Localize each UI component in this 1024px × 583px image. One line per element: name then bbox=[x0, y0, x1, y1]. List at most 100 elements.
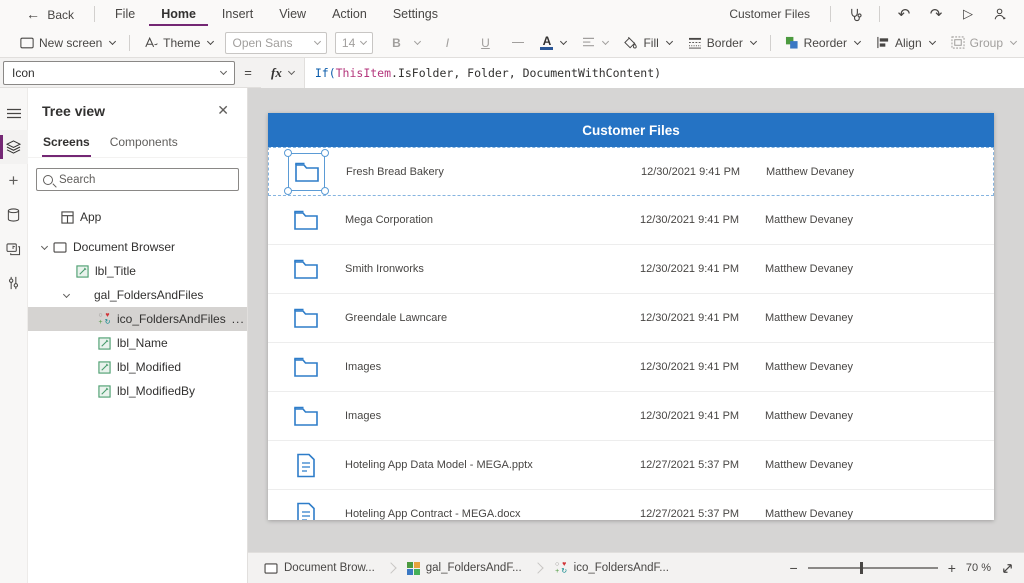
hamburger-menu-icon[interactable] bbox=[0, 96, 28, 130]
property-select[interactable]: Icon bbox=[3, 61, 235, 85]
reorder-button[interactable]: Reorder bbox=[777, 32, 868, 54]
zoom-in-button[interactable]: + bbox=[948, 560, 956, 576]
row-modified-label[interactable]: 12/30/2021 9:41 PM bbox=[640, 214, 765, 226]
row-name-label[interactable]: Hoteling App Data Model - MEGA.pptx bbox=[345, 459, 640, 471]
row-modified-label[interactable]: 12/27/2021 5:37 PM bbox=[640, 508, 765, 520]
tree-item-lbl-modified[interactable]: lbl_Modified bbox=[28, 355, 247, 379]
menu-insert[interactable]: Insert bbox=[210, 2, 265, 26]
border-button[interactable]: Border bbox=[680, 32, 764, 54]
align-button[interactable]: Align bbox=[868, 32, 943, 54]
resize-handle[interactable] bbox=[321, 149, 329, 157]
menu-view[interactable]: View bbox=[267, 2, 318, 26]
selected-icon-frame[interactable] bbox=[288, 153, 325, 191]
tab-components[interactable]: Components bbox=[109, 131, 179, 157]
screen-title-bar[interactable]: Customer Files bbox=[268, 113, 994, 147]
row-name-label[interactable]: Hoteling App Contract - MEGA.docx bbox=[345, 508, 640, 520]
breadcrumb-screen[interactable]: Document Brow... bbox=[254, 553, 385, 583]
tree-item-lbl-title[interactable]: lbl_Title bbox=[28, 259, 247, 283]
tree-item-app[interactable]: App bbox=[28, 205, 247, 229]
zoom-slider-handle[interactable] bbox=[860, 562, 863, 574]
formula-input[interactable]: If(ThisItem.IsFolder, Folder, DocumentWi… bbox=[305, 58, 1024, 88]
insert-plus-icon[interactable]: + bbox=[0, 164, 28, 198]
font-color-button[interactable]: A bbox=[532, 32, 574, 54]
row-modified-label[interactable]: 12/30/2021 9:41 PM bbox=[640, 410, 765, 422]
tree-item-lbl-name[interactable]: lbl_Name bbox=[28, 331, 247, 355]
share-person-icon[interactable] bbox=[986, 3, 1014, 25]
tree-item-gal-foldersandfiles[interactable]: gal_FoldersAndFiles bbox=[28, 283, 247, 307]
row-name-label[interactable]: Greendale Lawncare bbox=[345, 312, 640, 324]
media-icon[interactable] bbox=[0, 232, 28, 266]
tab-screens[interactable]: Screens bbox=[42, 131, 91, 157]
row-modified-label[interactable]: 12/30/2021 9:41 PM bbox=[641, 166, 766, 178]
resize-handle[interactable] bbox=[321, 187, 329, 195]
font-family-select[interactable]: Open Sans bbox=[225, 32, 326, 54]
tree-view-icon[interactable] bbox=[0, 130, 28, 164]
strikethrough-icon[interactable] bbox=[504, 38, 532, 48]
group-button[interactable]: Group bbox=[943, 32, 1024, 54]
table-row[interactable]: Mega Corporation 12/30/2021 9:41 PM Matt… bbox=[268, 196, 994, 245]
row-modified-label[interactable]: 12/27/2021 5:37 PM bbox=[640, 459, 765, 471]
zoom-level[interactable]: 70 % bbox=[966, 562, 991, 574]
resize-handle[interactable] bbox=[284, 149, 292, 157]
breadcrumb-gallery[interactable]: gal_FoldersAndF... bbox=[397, 553, 532, 583]
italic-button[interactable]: I bbox=[428, 32, 466, 54]
zoom-slider[interactable] bbox=[808, 567, 938, 569]
new-screen-button[interactable]: New screen bbox=[12, 32, 123, 54]
row-author-label[interactable]: Matthew Devaney bbox=[765, 361, 853, 373]
close-icon[interactable]: ✕ bbox=[211, 100, 235, 121]
underline-button[interactable]: U bbox=[466, 32, 504, 54]
menu-home[interactable]: Home bbox=[149, 2, 208, 26]
chevron-down-icon[interactable] bbox=[63, 290, 70, 297]
play-preview-icon[interactable]: ▷ bbox=[954, 3, 982, 25]
row-author-label[interactable]: Matthew Devaney bbox=[765, 214, 853, 226]
row-name-label[interactable]: Fresh Bread Bakery bbox=[346, 166, 641, 178]
breadcrumb-icon-control[interactable]: ○♥+↻ ico_FoldersAndF... bbox=[544, 553, 679, 583]
row-author-label[interactable]: Matthew Devaney bbox=[765, 312, 853, 324]
table-row[interactable]: Greendale Lawncare 12/30/2021 9:41 PM Ma… bbox=[268, 294, 994, 343]
fx-dropdown[interactable]: fx bbox=[261, 58, 305, 88]
row-author-label[interactable]: Matthew Devaney bbox=[765, 459, 853, 471]
tree-item-lbl-modifiedby[interactable]: lbl_ModifiedBy bbox=[28, 379, 247, 403]
zoom-out-button[interactable]: − bbox=[790, 560, 798, 576]
row-name-label[interactable]: Mega Corporation bbox=[345, 214, 640, 226]
tree-item-ico-foldersandfiles[interactable]: ○♥+↻ ico_FoldersAndFiles ... bbox=[28, 307, 247, 331]
row-author-label[interactable]: Matthew Devaney bbox=[765, 410, 853, 422]
chevron-down-icon[interactable] bbox=[41, 242, 48, 249]
theme-button[interactable]: Theme bbox=[136, 32, 221, 54]
menu-file[interactable]: File bbox=[103, 2, 147, 26]
row-author-label[interactable]: Matthew Devaney bbox=[765, 263, 853, 275]
table-row[interactable]: Images 12/30/2021 9:41 PM Matthew Devane… bbox=[268, 392, 994, 441]
menu-action[interactable]: Action bbox=[320, 2, 379, 26]
item-more-options[interactable]: ... bbox=[232, 312, 245, 326]
row-modified-label[interactable]: 12/30/2021 9:41 PM bbox=[640, 312, 765, 324]
row-modified-label[interactable]: 12/30/2021 9:41 PM bbox=[640, 263, 765, 275]
back-button[interactable]: ← Back bbox=[14, 1, 86, 27]
row-author-label[interactable]: Matthew Devaney bbox=[765, 508, 853, 520]
table-row[interactable]: Hoteling App Data Model - MEGA.pptx 12/2… bbox=[268, 441, 994, 490]
advanced-tools-icon[interactable] bbox=[0, 266, 28, 300]
row-name-label[interactable]: Smith Ironworks bbox=[345, 263, 640, 275]
table-row[interactable]: Hoteling App Contract - MEGA.docx 12/27/… bbox=[268, 490, 994, 520]
search-input[interactable] bbox=[59, 174, 232, 186]
fit-to-window-icon[interactable] bbox=[1001, 562, 1014, 575]
search-box[interactable] bbox=[36, 168, 239, 191]
app-screen[interactable]: Customer Files Fresh Bread Bakery 12/30/… bbox=[268, 113, 994, 520]
undo-icon[interactable]: ↶ bbox=[890, 3, 918, 25]
fill-button[interactable]: Fill bbox=[616, 32, 679, 54]
row-modified-label[interactable]: 12/30/2021 9:41 PM bbox=[640, 361, 765, 373]
bold-button[interactable]: B bbox=[377, 32, 428, 54]
row-author-label[interactable]: Matthew Devaney bbox=[766, 166, 854, 178]
data-sources-icon[interactable] bbox=[0, 198, 28, 232]
redo-icon[interactable]: ↷ bbox=[922, 3, 950, 25]
resize-handle[interactable] bbox=[284, 187, 292, 195]
tree-item-document-browser[interactable]: Document Browser bbox=[28, 235, 247, 259]
app-checker-icon[interactable] bbox=[841, 3, 869, 25]
row-name-label[interactable]: Images bbox=[345, 410, 640, 422]
row-name-label[interactable]: Images bbox=[345, 361, 640, 373]
menu-settings[interactable]: Settings bbox=[381, 2, 450, 26]
font-size-select[interactable]: 14 bbox=[335, 32, 374, 54]
table-row[interactable]: Images 12/30/2021 9:41 PM Matthew Devane… bbox=[268, 343, 994, 392]
table-row[interactable]: Smith Ironworks 12/30/2021 9:41 PM Matth… bbox=[268, 245, 994, 294]
text-align-button[interactable] bbox=[574, 33, 616, 52]
table-row[interactable]: Fresh Bread Bakery 12/30/2021 9:41 PM Ma… bbox=[268, 147, 994, 196]
